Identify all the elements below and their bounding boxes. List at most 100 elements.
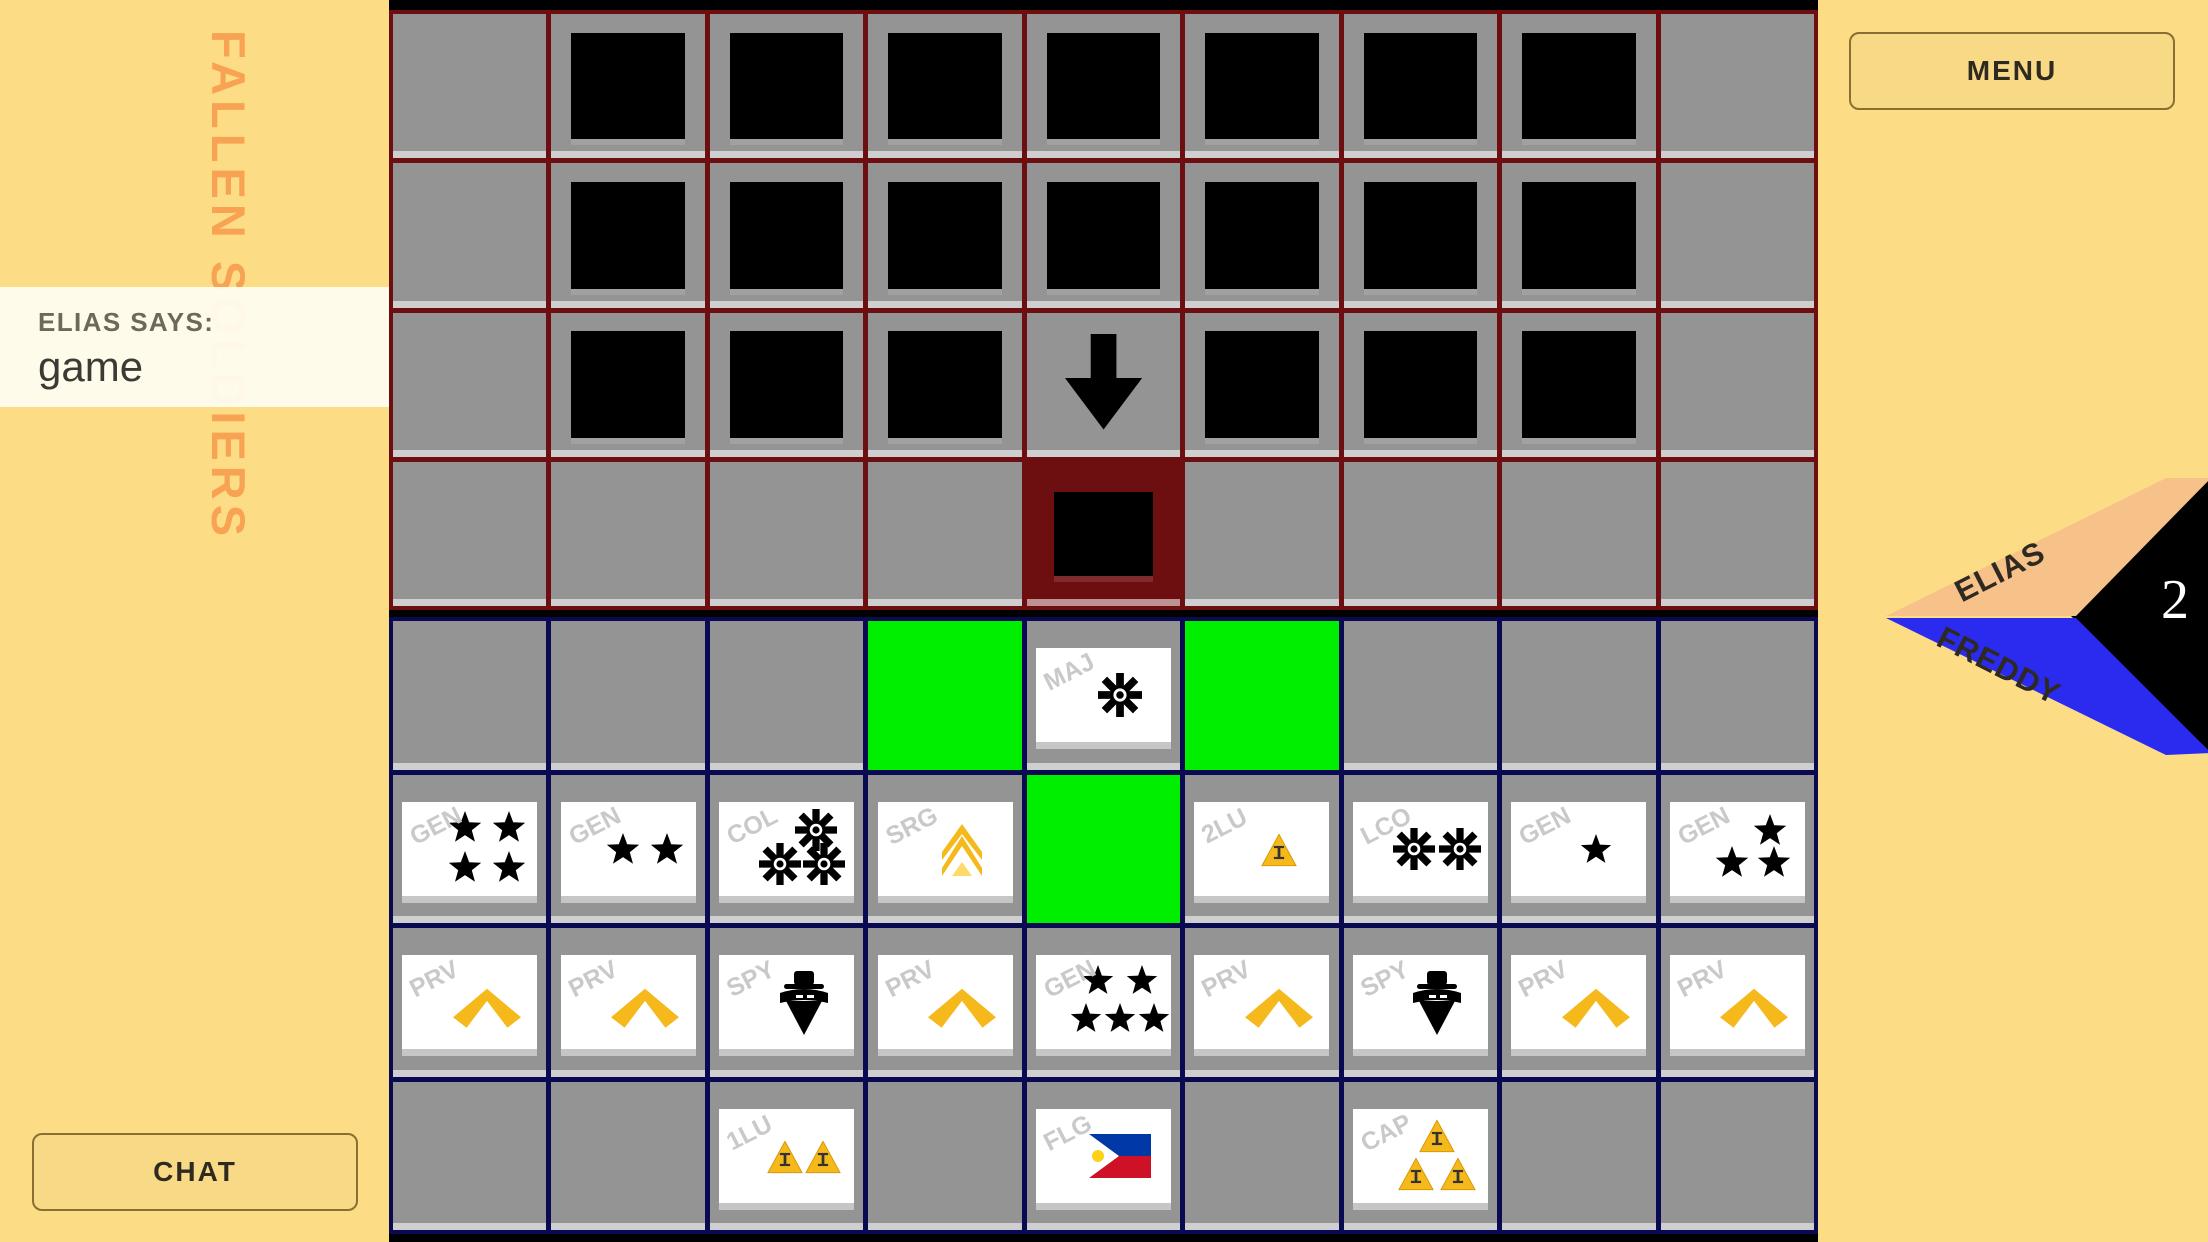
facedown-tile[interactable] <box>729 32 844 140</box>
facedown-tile[interactable] <box>1205 331 1319 438</box>
board-cell-empty[interactable] <box>709 621 864 770</box>
board-cell-enemy-piece[interactable] <box>709 312 864 457</box>
board-cell-empty[interactable] <box>551 461 705 606</box>
board-cell-player-piece[interactable]: SPY <box>1343 928 1498 1077</box>
player-tile[interactable]: 2LU <box>1194 801 1330 896</box>
board-cell-enemy-piece[interactable] <box>709 163 864 308</box>
board-cell-empty[interactable] <box>1660 1081 1814 1230</box>
board-cell-enemy-piece[interactable] <box>1502 14 1656 159</box>
player-tile[interactable]: PRV <box>1194 955 1330 1050</box>
board-cell-move-target[interactable] <box>1026 774 1181 923</box>
board-cell-player-piece[interactable]: PRV <box>1660 928 1814 1077</box>
player-tile[interactable]: FLG <box>1035 1108 1171 1203</box>
board-cell-empty[interactable] <box>868 1081 1022 1230</box>
player-tile[interactable]: GEN <box>1035 955 1171 1050</box>
player-tile[interactable]: GEN <box>402 801 538 896</box>
board-cell-empty[interactable] <box>393 621 547 770</box>
board-cell-enemy-piece[interactable] <box>1026 14 1181 159</box>
facedown-tile[interactable] <box>1363 182 1478 289</box>
board-cell-enemy-piece[interactable] <box>1026 163 1181 308</box>
board-cell-empty[interactable] <box>1502 1081 1656 1230</box>
facedown-tile[interactable] <box>1054 492 1153 576</box>
board-cell-move-origin[interactable] <box>1026 312 1181 457</box>
board-cell-player-piece[interactable]: FLG <box>1026 1081 1181 1230</box>
board-cell-player-piece[interactable]: GEN <box>1502 774 1656 923</box>
facedown-tile[interactable] <box>1363 331 1478 438</box>
facedown-tile[interactable] <box>1046 32 1161 140</box>
facedown-tile[interactable] <box>571 32 685 140</box>
board-cell-empty[interactable] <box>393 461 547 606</box>
board-cell-empty[interactable] <box>1660 14 1814 159</box>
board-cell-enemy-piece[interactable] <box>551 163 705 308</box>
facedown-tile[interactable] <box>729 182 844 289</box>
board-cell-enemy-piece[interactable] <box>709 14 864 159</box>
player-tile[interactable]: CAP <box>1352 1109 1488 1203</box>
player-tile[interactable]: PRV <box>560 955 696 1050</box>
board-cell-empty[interactable] <box>393 312 547 457</box>
board-cell-enemy-piece[interactable] <box>868 14 1022 159</box>
board-cell-empty[interactable] <box>393 14 547 159</box>
board-cell-empty[interactable] <box>1185 1081 1339 1230</box>
player-tile[interactable]: MAJ <box>1035 648 1171 743</box>
chat-button[interactable]: CHAT <box>32 1133 358 1211</box>
facedown-tile[interactable] <box>729 331 844 438</box>
facedown-tile[interactable] <box>1046 182 1161 289</box>
facedown-tile[interactable] <box>1522 182 1636 289</box>
board-cell-empty[interactable] <box>1660 621 1814 770</box>
board-cell-empty[interactable] <box>1185 461 1339 606</box>
board-cell-enemy-piece[interactable] <box>868 312 1022 457</box>
board-cell-empty[interactable] <box>1343 461 1498 606</box>
player-tile[interactable]: PRV <box>1511 955 1647 1050</box>
board-cell-empty[interactable] <box>393 163 547 308</box>
player-tile[interactable]: GEN <box>560 801 696 896</box>
board-cell-player-piece[interactable]: PRV <box>551 928 705 1077</box>
board-cell-player-piece[interactable]: GEN <box>393 774 547 923</box>
facedown-tile[interactable] <box>1522 331 1636 438</box>
menu-button[interactable]: MENU <box>1849 32 2175 110</box>
board-cell-enemy-piece[interactable] <box>1502 163 1656 308</box>
facedown-tile[interactable] <box>1522 32 1636 140</box>
facedown-tile[interactable] <box>888 182 1002 289</box>
board-cell-player-piece[interactable]: PRV <box>1502 928 1656 1077</box>
facedown-tile[interactable] <box>888 32 1002 140</box>
board-cell-player-piece[interactable]: MAJ <box>1026 621 1181 770</box>
board-cell-enemy-piece[interactable] <box>551 14 705 159</box>
board-cell-player-piece[interactable]: GEN <box>1026 928 1181 1077</box>
board-cell-enemy-piece[interactable] <box>1343 163 1498 308</box>
player-tile[interactable]: PRV <box>402 955 538 1050</box>
board-cell-enemy-piece[interactable] <box>1185 312 1339 457</box>
facedown-tile[interactable] <box>571 331 685 438</box>
facedown-tile[interactable] <box>1205 32 1319 140</box>
player-tile[interactable]: GEN <box>1669 801 1805 896</box>
board-cell-empty[interactable] <box>551 1081 705 1230</box>
board-cell-enemy-piece[interactable] <box>1026 461 1181 606</box>
board-cell-player-piece[interactable]: PRV <box>393 928 547 1077</box>
board-cell-empty[interactable] <box>1660 312 1814 457</box>
board-cell-player-piece[interactable]: GEN <box>551 774 705 923</box>
board-cell-player-piece[interactable]: CAP <box>1343 1081 1498 1230</box>
facedown-tile[interactable] <box>888 331 1002 438</box>
board-cell-empty[interactable] <box>1502 621 1656 770</box>
board-cell-player-piece[interactable]: 1LU <box>709 1081 864 1230</box>
player-tile[interactable]: SPY <box>1352 955 1488 1050</box>
player-tile[interactable]: COL <box>719 802 855 896</box>
board-cell-player-piece[interactable]: SRG <box>868 774 1022 923</box>
board-cell-empty[interactable] <box>1502 461 1656 606</box>
board-cell-player-piece[interactable]: SPY <box>709 928 864 1077</box>
board-cell-move-target[interactable] <box>868 621 1022 770</box>
player-tile[interactable]: PRV <box>877 955 1013 1050</box>
player-tile[interactable]: GEN <box>1511 801 1647 896</box>
facedown-tile[interactable] <box>1205 182 1319 289</box>
board-cell-player-piece[interactable]: PRV <box>868 928 1022 1077</box>
player-tile[interactable]: SPY <box>719 955 855 1050</box>
board-cell-player-piece[interactable]: 2LU <box>1185 774 1339 923</box>
player-tile[interactable]: 1LU <box>719 1108 855 1203</box>
board-cell-player-piece[interactable]: GEN <box>1660 774 1814 923</box>
board-cell-player-piece[interactable]: LCO <box>1343 774 1498 923</box>
board-cell-player-piece[interactable]: COL <box>709 774 864 923</box>
board-cell-enemy-piece[interactable] <box>551 312 705 457</box>
board-cell-enemy-piece[interactable] <box>1185 163 1339 308</box>
facedown-tile[interactable] <box>571 182 685 289</box>
board-cell-empty[interactable] <box>709 461 864 606</box>
board-cell-enemy-piece[interactable] <box>1343 312 1498 457</box>
